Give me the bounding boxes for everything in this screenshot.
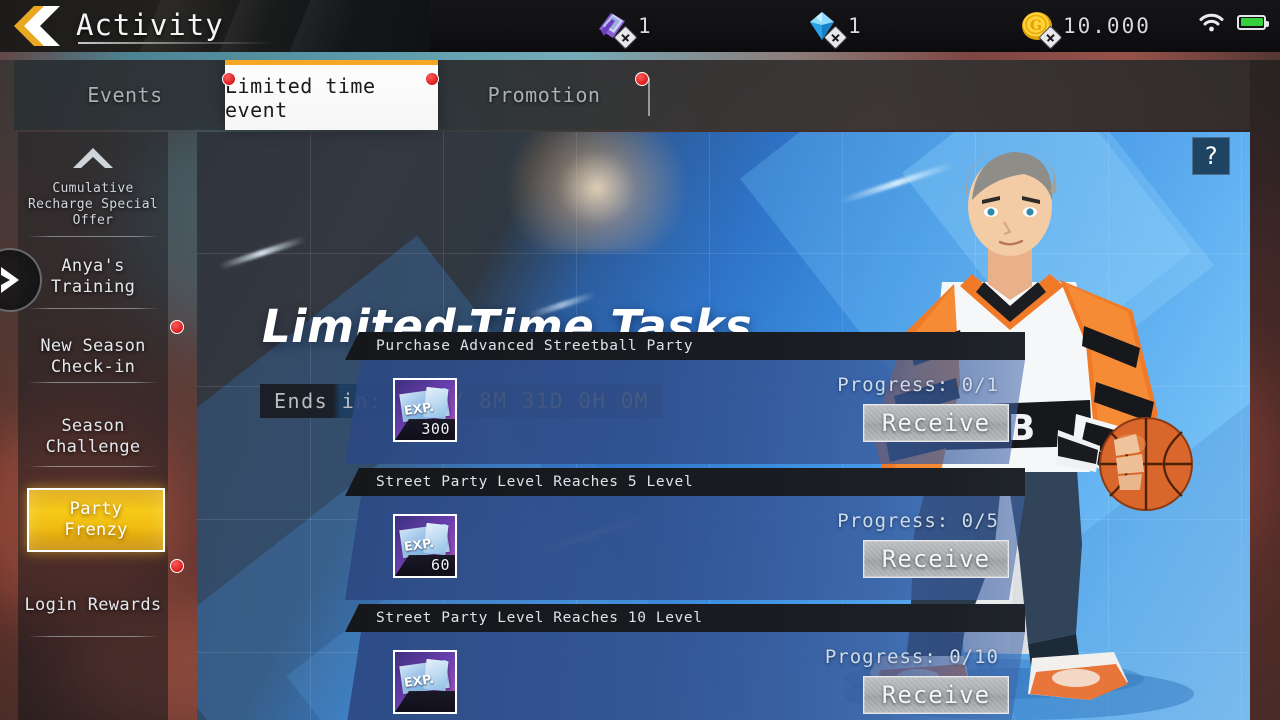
- receive-button-label: Receive: [881, 409, 991, 437]
- reward-item[interactable]: EXP. 60: [393, 514, 457, 578]
- sidebar-item-label: Party Frenzy: [64, 499, 128, 540]
- task-row[interactable]: Purchase Advanced Streetball Party EXP. …: [345, 332, 1025, 464]
- lens-flare-decor: [497, 132, 697, 252]
- top-bar: Activity 1 1 G 10.000: [0, 0, 1280, 52]
- page-title-underline: [78, 42, 274, 44]
- back-arrow-icon[interactable]: [14, 6, 66, 46]
- accent-strip: [0, 52, 1280, 60]
- tab-events-badge: [222, 72, 236, 86]
- svg-text:G: G: [1030, 18, 1042, 34]
- content-panel: SB: [197, 132, 1250, 720]
- currency-diamond[interactable]: 1: [805, 7, 863, 50]
- sidebar-item-party-frenzy[interactable]: Party Frenzy: [27, 488, 165, 552]
- sidebar-item-new-season-check-in[interactable]: New Season Check-in: [18, 328, 168, 386]
- sidebar-divider: [28, 236, 158, 237]
- reward-amount: 60: [395, 555, 455, 576]
- page-title: Activity: [76, 8, 224, 42]
- sidebar-divider: [28, 382, 158, 383]
- sidebar-scroll-up-icon[interactable]: [18, 140, 168, 176]
- sidebar-item-label: Login Rewards: [24, 594, 162, 615]
- receive-button[interactable]: Receive: [863, 404, 1009, 442]
- task-list[interactable]: Purchase Advanced Streetball Party EXP. …: [197, 332, 1250, 720]
- task-progress: Progress: 0/10: [824, 646, 999, 668]
- reward-amount: [395, 691, 455, 712]
- tab-promotion-label: Promotion: [487, 83, 601, 107]
- tab-promotion-badge: [635, 72, 649, 86]
- task-title: Street Party Level Reaches 10 Level: [376, 610, 703, 626]
- sidebar-divider: [28, 308, 158, 309]
- sidebar-item-season-challenge[interactable]: Season Challenge: [18, 408, 168, 466]
- sidebar-item-label: Season Challenge: [45, 416, 141, 457]
- wifi-icon: [1199, 13, 1224, 32]
- receive-button[interactable]: Receive: [863, 540, 1009, 578]
- task-title: Street Party Level Reaches 5 Level: [376, 474, 694, 490]
- sidebar-badge-login-rewards: [170, 559, 184, 573]
- task-row[interactable]: Street Party Level Reaches 10 Level EXP.…: [345, 604, 1025, 720]
- diamond-icon: [805, 9, 848, 50]
- sidebar-item-label: Cumulative Recharge Special Offer: [27, 181, 159, 228]
- tab-events[interactable]: Events: [14, 60, 236, 130]
- sidebar-badge-new-season-check-in: [170, 320, 184, 334]
- tab-promotion[interactable]: Promotion: [438, 60, 650, 130]
- sidebar: Cumulative Recharge Special Offer Anya's…: [18, 132, 168, 720]
- receive-button-label: Receive: [881, 545, 991, 573]
- task-title-bar: Purchase Advanced Streetball Party: [345, 332, 1025, 360]
- task-progress: Progress: 0/1: [837, 374, 999, 396]
- tab-events-label: Events: [87, 83, 163, 107]
- chevron-right-icon: [1, 267, 19, 293]
- task-body: EXP. 300 Progress: 0/1 Receive: [345, 360, 1025, 464]
- game-screen: Activity 1 1 G 10.000 Events Limited tim…: [0, 0, 1280, 720]
- question-mark-icon: ?: [1203, 142, 1219, 170]
- system-status-icons: [1199, 12, 1269, 32]
- task-body: EXP. 60 Progress: 0/5 Receive: [345, 496, 1025, 600]
- currency-ticket[interactable]: 1: [595, 7, 653, 50]
- tab-limited-time-event[interactable]: Limited time event: [225, 60, 438, 130]
- task-title: Purchase Advanced Streetball Party: [376, 338, 694, 354]
- help-button[interactable]: ?: [1192, 137, 1230, 175]
- ticket-value: 1: [638, 14, 653, 38]
- receive-button-label: Receive: [881, 681, 991, 709]
- receive-button[interactable]: Receive: [863, 676, 1009, 714]
- currency-coin[interactable]: G 10.000: [1020, 7, 1151, 50]
- task-progress: Progress: 0/5: [837, 510, 999, 532]
- task-title-bar: Street Party Level Reaches 5 Level: [345, 468, 1025, 496]
- ticket-icon: [595, 9, 638, 50]
- sidebar-item-login-rewards[interactable]: Login Rewards: [18, 576, 168, 634]
- battery-icon: [1237, 14, 1269, 30]
- sidebar-divider: [28, 636, 158, 637]
- task-title-bar: Street Party Level Reaches 10 Level: [345, 604, 1025, 632]
- tab-bar: Events Limited time event Promotion: [14, 60, 1250, 130]
- reward-item[interactable]: EXP. 300: [393, 378, 457, 442]
- tab-separator: [648, 78, 650, 116]
- coin-icon: G: [1020, 9, 1063, 50]
- tab-limited-time-event-badge: [425, 72, 439, 86]
- task-body: EXP. Progress: 0/10 Receive: [345, 632, 1025, 720]
- sidebar-item-label: New Season Check-in: [40, 336, 146, 377]
- task-row[interactable]: Street Party Level Reaches 5 Level EXP. …: [345, 468, 1025, 600]
- sidebar-divider: [28, 466, 158, 467]
- sidebar-item-cumulative-recharge-special-offer[interactable]: Cumulative Recharge Special Offer: [18, 176, 168, 234]
- reward-amount: 300: [395, 419, 455, 440]
- tab-limited-time-event-label: Limited time event: [225, 73, 376, 122]
- reward-item[interactable]: EXP.: [393, 650, 457, 714]
- coin-value: 10.000: [1063, 14, 1151, 38]
- diamond-value: 1: [848, 14, 863, 38]
